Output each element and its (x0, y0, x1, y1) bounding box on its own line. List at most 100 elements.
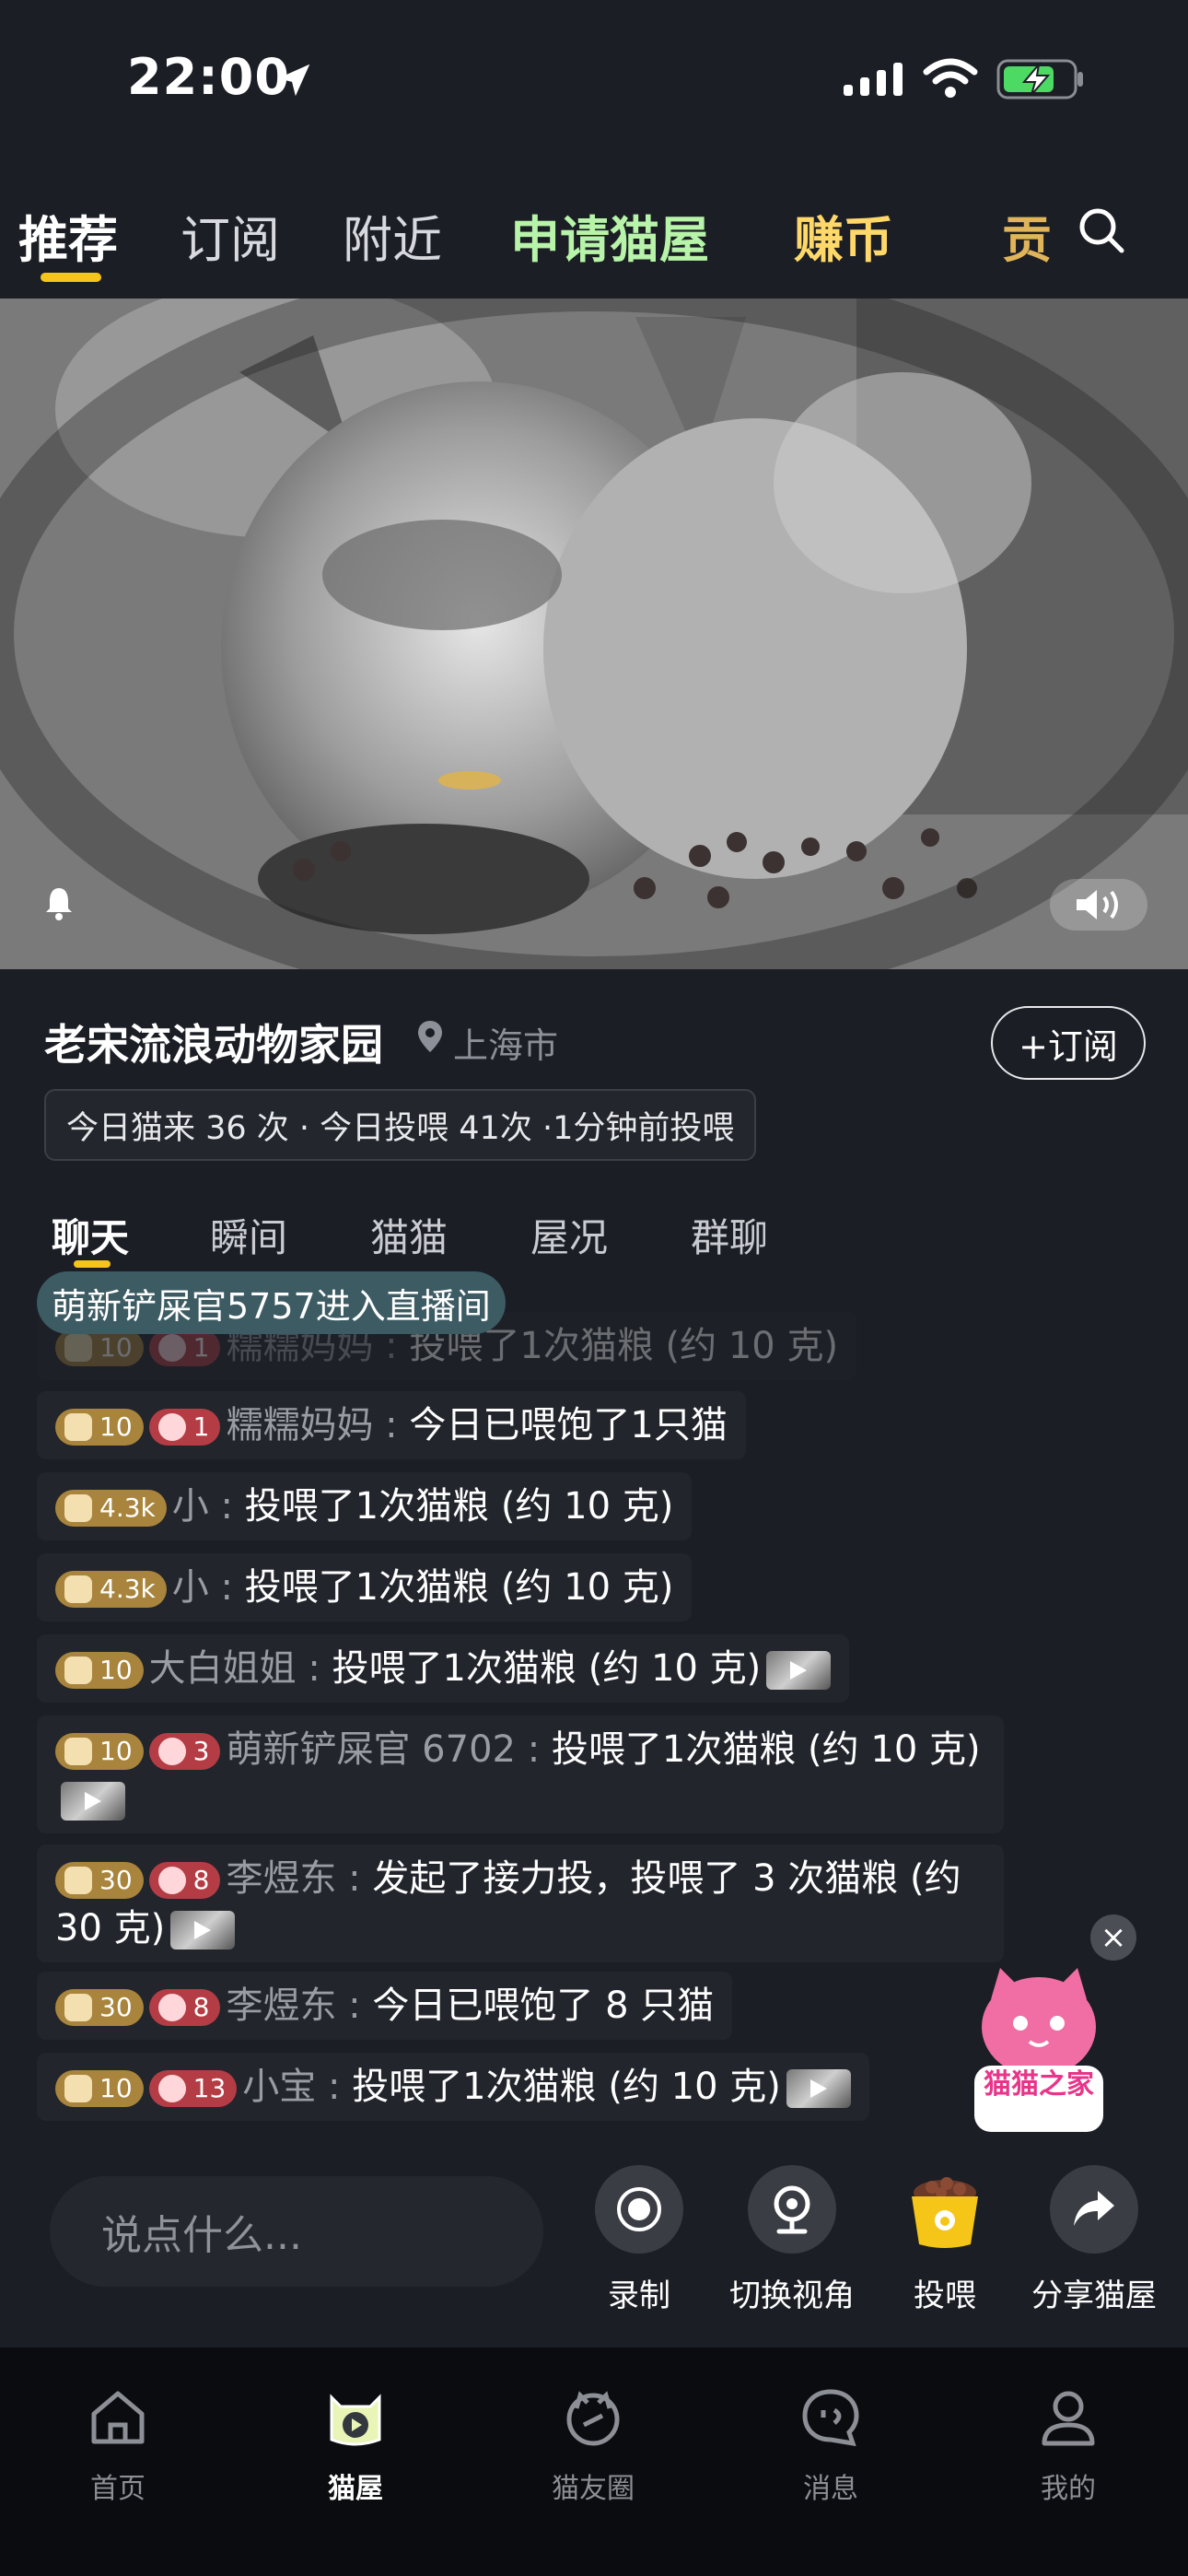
message-text: 今日已喂饱了1只猫 (409, 1404, 728, 1446)
food-level-badge: 10 (55, 1329, 144, 1366)
cat-face-icon (157, 2075, 186, 2102)
room-location: 上海市 (453, 1025, 559, 1066)
chat-message: 30 8 李煜东 : 发起了接力投，投喂了 3 次猫粮 (约 30 克) (37, 1844, 1004, 1962)
cat-face-icon (157, 1334, 186, 1362)
record-icon (617, 2187, 661, 2231)
message-text: 投喂了1次猫粮 (约 10 克) (551, 1728, 981, 1771)
feed-label: 投喂 (914, 2277, 976, 2314)
food-level-badge: 30 (55, 1862, 144, 1899)
switch-view-button[interactable]: 切换视角 (718, 2165, 866, 2315)
food-icon (64, 1867, 92, 1894)
top-tabs: 推荐 订阅 附近 申请猫屋 赚币 贡 (0, 184, 1188, 295)
tab-contribution[interactable]: 贡 (1002, 199, 1054, 272)
video-clip-thumbnail[interactable] (766, 1651, 832, 1690)
tab-cats[interactable]: 猫猫 (370, 1207, 448, 1263)
chat-input[interactable]: 说点什么... (50, 2176, 543, 2287)
food-icon (64, 1657, 92, 1684)
message-username[interactable]: 大白姐姐 (149, 1647, 297, 1690)
tab-recommend[interactable]: 推荐 (18, 199, 118, 272)
cat-face-icon (157, 1994, 186, 2021)
food-level-badge: 30 (55, 1989, 144, 2026)
cat-camera-feed (0, 299, 1188, 969)
cat-face-icon (157, 1738, 186, 1765)
home-icon (91, 2391, 145, 2444)
volume-button[interactable] (1050, 879, 1147, 931)
status-bar: 22:00 (0, 0, 1188, 157)
message-text: 投喂了1次猫粮 (约 10 克) (352, 2066, 781, 2108)
switch-view-label: 切换视角 (729, 2277, 855, 2314)
food-icon (64, 2075, 92, 2102)
chat-message: 10 13 小宝 : 投喂了1次猫粮 (约 10 克) (37, 2053, 869, 2121)
food-level-badge: 4.3k (55, 1571, 167, 1608)
cat-count-badge: 3 (148, 1733, 221, 1770)
message-username[interactable]: 李煜东 (226, 1985, 336, 2027)
tab-nearby[interactable]: 附近 (343, 199, 442, 272)
message-text: 投喂了1次猫粮 (约 10 克) (332, 1647, 762, 1690)
cat-home-mascot-badge[interactable]: 猫猫之家 (958, 1962, 1120, 2147)
feed-button[interactable]: 投喂 (871, 2165, 1019, 2315)
video-clip-thumbnail[interactable] (61, 1782, 125, 1821)
nav-cat-circle[interactable]: 猫友圈 (519, 2384, 667, 2506)
food-icon (64, 1334, 92, 1362)
cat-face-icon (157, 1867, 186, 1894)
message-icon (802, 2389, 859, 2447)
food-icon (64, 1575, 92, 1603)
cat-circle-icon (566, 2391, 620, 2446)
enter-notice: 萌新铲屎官5757进入直播间 (37, 1271, 506, 1334)
notification-bell-icon[interactable] (41, 884, 77, 921)
chat-message: 4.3k 小 : 投喂了1次猫粮 (约 10 克) (37, 1472, 693, 1540)
tab-chat[interactable]: 聊天 (52, 1207, 129, 1263)
cat-count-badge: 8 (148, 1989, 221, 2026)
room-name: 老宋流浪动物家园 (44, 1020, 383, 1070)
wifi-icon (923, 58, 978, 98)
food-icon (64, 1494, 92, 1522)
tab-subscribed[interactable]: 订阅 (181, 199, 280, 272)
tab-group-chat[interactable]: 群聊 (691, 1207, 768, 1263)
battery-charging-icon (996, 59, 1083, 100)
message-text: 今日已喂饱了 8 只猫 (372, 1985, 715, 2027)
share-house-label: 分享猫屋 (1031, 2277, 1157, 2314)
camera-switch-icon (774, 2185, 810, 2234)
food-icon (64, 1994, 92, 2021)
tab-house-status[interactable]: 屋况 (530, 1207, 608, 1263)
video-clip-thumbnail[interactable] (786, 2069, 851, 2108)
tab-apply-cat-house[interactable]: 申请猫屋 (510, 199, 709, 272)
message-text: 投喂了1次猫粮 (约 10 克) (244, 1566, 674, 1609)
message-username[interactable]: 小 (172, 1566, 209, 1609)
nav-home[interactable]: 首页 (44, 2384, 192, 2506)
nav-messages[interactable]: 消息 (757, 2384, 904, 2506)
share-house-button[interactable]: 分享猫屋 (1020, 2165, 1168, 2315)
message-username[interactable]: 李煜东 (226, 1857, 336, 1900)
location-pin-icon (418, 1021, 442, 1052)
food-level-badge: 10 (55, 1733, 144, 1770)
record-button[interactable]: 录制 (565, 2165, 713, 2315)
subscribe-button[interactable]: +订阅 (991, 1006, 1146, 1080)
food-level-badge: 10 (55, 1652, 144, 1689)
signal-icon (844, 63, 903, 96)
nav-cat-house[interactable]: 猫屋 (282, 2384, 429, 2506)
message-username[interactable]: 糯糯妈妈 (226, 1404, 373, 1446)
nav-profile[interactable]: 我的 (995, 2384, 1142, 2506)
live-video[interactable] (0, 299, 1188, 969)
location-arrow-icon (277, 64, 310, 97)
tab-earn-coins[interactable]: 赚币 (794, 199, 893, 272)
tab-moments[interactable]: 瞬间 (210, 1207, 287, 1263)
food-level-badge: 10 (55, 1409, 144, 1446)
cat-house-play-icon (330, 2394, 381, 2446)
chat-tab-indicator (74, 1260, 111, 1268)
share-arrow-icon (1074, 2191, 1114, 2226)
chat-message: 4.3k 小 : 投喂了1次猫粮 (约 10 克) (37, 1553, 693, 1622)
food-icon (64, 1413, 92, 1441)
message-username[interactable]: 小 (172, 1485, 209, 1528)
cat-count-badge: 1 (148, 1329, 221, 1366)
svg-text:猫猫之家: 猫猫之家 (984, 2068, 1094, 2101)
close-promo-button[interactable]: × (1090, 1914, 1136, 1961)
chat-message: 10 大白姐姐 : 投喂了1次猫粮 (约 10 克) (37, 1634, 850, 1703)
food-icon (64, 1738, 92, 1765)
message-username[interactable]: 小宝 (242, 2066, 316, 2108)
search-icon[interactable] (1076, 205, 1127, 256)
video-clip-thumbnail[interactable] (170, 1911, 236, 1950)
chat-message: 30 8 李煜东 : 今日已喂饱了 8 只猫 (37, 1972, 733, 2040)
food-level-badge: 10 (55, 2070, 144, 2107)
message-username[interactable]: 萌新铲屎官 6702 (226, 1728, 516, 1771)
